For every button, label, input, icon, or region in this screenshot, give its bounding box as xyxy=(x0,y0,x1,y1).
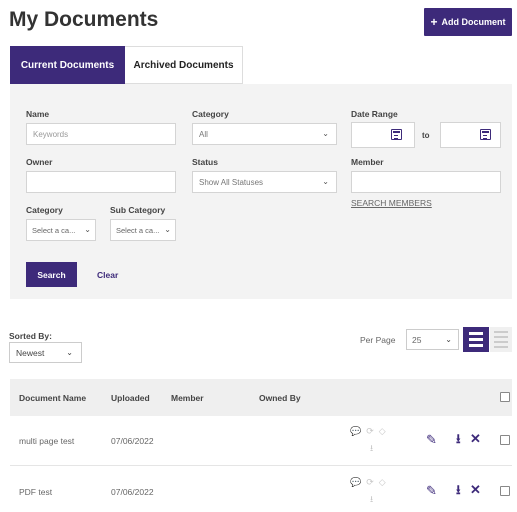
chevron-down-icon: ⌄ xyxy=(164,225,171,234)
name-label: Name xyxy=(26,109,50,119)
row-checkbox[interactable] xyxy=(500,486,510,496)
table-row: multi page test 07/06/2022 💬 ⟳ ◇ ⭳ ✎ ⭳ ✕ xyxy=(10,416,512,466)
category-label: Category xyxy=(192,109,229,119)
edit-icon[interactable]: ✎ xyxy=(426,432,437,448)
document-name[interactable]: multi page test xyxy=(19,436,74,446)
chevron-down-icon: ⌄ xyxy=(84,225,91,234)
col-owned-by[interactable]: Owned By xyxy=(259,393,301,403)
table-header: Document Name Uploaded Member Owned By xyxy=(10,379,512,416)
row-status-icons: 💬 ⟳ ◇ xyxy=(350,477,386,488)
chevron-down-icon: ⌄ xyxy=(445,335,452,344)
uploaded-date: 07/06/2022 xyxy=(111,487,154,497)
sub-category-select-value: Select a ca... xyxy=(116,225,160,235)
owner-label: Owner xyxy=(26,157,53,167)
list-view-icon[interactable] xyxy=(463,327,489,352)
col-uploaded[interactable]: Uploaded xyxy=(111,393,150,403)
chevron-down-icon: ⌄ xyxy=(66,348,73,357)
per-page-select[interactable]: 25 ⌄ xyxy=(406,329,459,350)
download-muted-icon: ⭳ xyxy=(370,443,374,453)
document-tabs: Current Documents Archived Documents xyxy=(10,46,243,84)
per-page-value: 25 xyxy=(412,334,422,345)
download-icon[interactable]: ⭳ xyxy=(456,481,461,503)
category2-select-value: Select a ca... xyxy=(32,225,76,235)
clear-link[interactable]: Clear xyxy=(97,270,118,280)
filter-panel: Name Keywords Category All ⌄ Date Range … xyxy=(10,84,512,299)
page-title: My Documents xyxy=(9,8,159,31)
date-to-input[interactable] xyxy=(440,122,501,148)
sync-icon: ⟳ xyxy=(366,426,374,436)
document-name[interactable]: PDF test xyxy=(19,487,52,497)
download-muted-icon: ⭳ xyxy=(370,494,374,504)
edit-icon[interactable]: ✎ xyxy=(426,483,437,499)
comment-icon: 💬 xyxy=(350,477,362,487)
calendar-icon[interactable] xyxy=(480,129,491,140)
comment-icon: 💬 xyxy=(350,426,362,436)
table-row: PDF test 07/06/2022 💬 ⟳ ◇ ⭳ ✎ ⭳ ✕ xyxy=(10,467,512,512)
member-input[interactable] xyxy=(351,171,501,193)
date-range-label: Date Range xyxy=(351,109,398,119)
tab-archived-documents[interactable]: Archived Documents xyxy=(125,46,243,84)
calendar-icon[interactable] xyxy=(391,129,402,140)
add-document-button[interactable]: + Add Document xyxy=(424,8,512,36)
tab-current-documents[interactable]: Current Documents xyxy=(10,46,125,84)
name-input[interactable]: Keywords xyxy=(26,123,176,145)
chevron-down-icon: ⌄ xyxy=(322,177,329,186)
col-member[interactable]: Member xyxy=(171,393,204,403)
select-all-checkbox[interactable] xyxy=(500,392,510,402)
date-from-input[interactable] xyxy=(351,122,415,148)
member-label: Member xyxy=(351,157,384,167)
delete-icon[interactable]: ✕ xyxy=(470,431,481,447)
sort-select-value: Newest xyxy=(16,347,45,358)
tag-icon: ◇ xyxy=(378,426,386,436)
search-members-link[interactable]: SEARCH MEMBERS xyxy=(351,198,432,208)
name-input-placeholder: Keywords xyxy=(33,129,69,139)
add-document-label: Add Document xyxy=(441,17,506,27)
category-select-value: All xyxy=(199,129,208,139)
date-to-label: to xyxy=(422,131,430,140)
grid-view-icon[interactable] xyxy=(490,327,512,352)
owner-input[interactable] xyxy=(26,171,176,193)
sub-category-label: Sub Category xyxy=(110,205,166,215)
status-select-value: Show All Statuses xyxy=(199,177,264,187)
status-select[interactable]: Show All Statuses ⌄ xyxy=(192,171,337,193)
uploaded-date: 07/06/2022 xyxy=(111,436,154,446)
category-select[interactable]: All ⌄ xyxy=(192,123,337,145)
col-document-name[interactable]: Document Name xyxy=(19,393,86,403)
per-page-label: Per Page xyxy=(360,335,396,345)
search-button[interactable]: Search xyxy=(26,262,77,287)
download-icon[interactable]: ⭳ xyxy=(456,430,461,452)
category2-label: Category xyxy=(26,205,63,215)
sort-select[interactable]: Newest ⌄ xyxy=(9,342,82,363)
sync-icon: ⟳ xyxy=(366,477,374,487)
row-checkbox[interactable] xyxy=(500,435,510,445)
chevron-down-icon: ⌄ xyxy=(322,129,329,138)
category2-select[interactable]: Select a ca... ⌄ xyxy=(26,219,96,241)
plus-icon: + xyxy=(430,15,438,29)
row-status-icons: 💬 ⟳ ◇ xyxy=(350,426,386,437)
tag-icon: ◇ xyxy=(378,477,386,487)
sorted-by-label: Sorted By: xyxy=(9,331,52,341)
delete-icon[interactable]: ✕ xyxy=(470,482,481,498)
sub-category-select[interactable]: Select a ca... ⌄ xyxy=(110,219,176,241)
status-label: Status xyxy=(192,157,218,167)
